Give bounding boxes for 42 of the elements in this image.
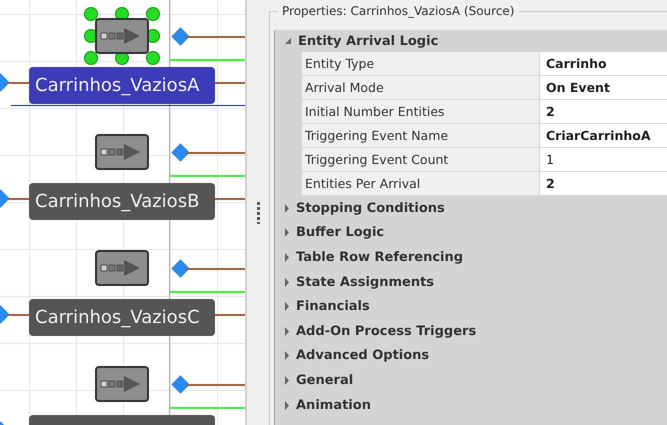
property-value[interactable]: 1 bbox=[540, 148, 667, 172]
expand-arrow-icon[interactable] bbox=[284, 37, 292, 45]
source-block[interactable] bbox=[95, 250, 149, 286]
property-value[interactable]: CriarCarrinhoA bbox=[540, 124, 667, 148]
property-name: Arrival Mode bbox=[302, 76, 540, 100]
category-header[interactable]: Buffer Logic bbox=[296, 225, 384, 240]
splitter-grip-icon[interactable] bbox=[256, 202, 260, 224]
category-header[interactable]: Table Row Referencing bbox=[296, 250, 464, 265]
panel-title: Properties: Carrinhos_VaziosA (Source) bbox=[278, 4, 518, 18]
property-name: Triggering Event Count bbox=[302, 148, 540, 172]
category-header[interactable]: Entity Arrival Logic bbox=[298, 34, 438, 48]
object-label[interactable]: Carrinhos_VaziosA bbox=[29, 67, 215, 104]
collapse-arrow-icon[interactable] bbox=[284, 326, 290, 336]
collapse-arrow-icon[interactable] bbox=[284, 204, 290, 213]
property-name: Initial Number Entities bbox=[302, 100, 540, 124]
collapse-arrow-icon[interactable] bbox=[284, 376, 290, 385]
property-value[interactable]: 2 bbox=[540, 172, 667, 196]
collapse-arrow-icon[interactable] bbox=[284, 252, 290, 262]
object-label[interactable]: Carrinhos_VaziosB bbox=[29, 183, 215, 220]
property-value[interactable]: On Event bbox=[540, 76, 667, 100]
property-name: Triggering Event Name bbox=[302, 124, 540, 148]
source-block[interactable] bbox=[95, 18, 149, 54]
collapse-arrow-icon[interactable] bbox=[284, 302, 290, 312]
category-header[interactable]: Add-On Process Triggers bbox=[296, 324, 476, 339]
category-header[interactable]: Financials bbox=[296, 299, 370, 314]
collapse-arrow-icon[interactable] bbox=[284, 351, 290, 360]
property-name: Entity Type bbox=[302, 52, 540, 76]
property-name: Entities Per Arrival bbox=[302, 172, 540, 196]
object-label[interactable]: Carrinhos_VaziosC bbox=[29, 299, 215, 336]
property-value[interactable]: Carrinho bbox=[540, 52, 667, 76]
collapse-arrow-icon[interactable] bbox=[284, 400, 290, 410]
collapse-arrow-icon[interactable] bbox=[284, 228, 290, 238]
category-header[interactable]: Advanced Options bbox=[296, 348, 430, 364]
model-canvas[interactable]: Carrinhos_VaziosA Carrinhos_VaziosB Carrinhos_VaziosC bbox=[0, 0, 245, 425]
category-header[interactable]: Stopping Conditions bbox=[296, 200, 445, 216]
source-block[interactable] bbox=[95, 134, 149, 170]
property-value[interactable]: 2 bbox=[540, 100, 667, 124]
collapse-arrow-icon[interactable] bbox=[284, 278, 290, 287]
category-header[interactable]: Animation bbox=[296, 398, 371, 413]
category-header[interactable]: State Assignments bbox=[296, 274, 434, 290]
source-block[interactable] bbox=[95, 366, 149, 402]
category-header[interactable]: General bbox=[296, 372, 354, 388]
